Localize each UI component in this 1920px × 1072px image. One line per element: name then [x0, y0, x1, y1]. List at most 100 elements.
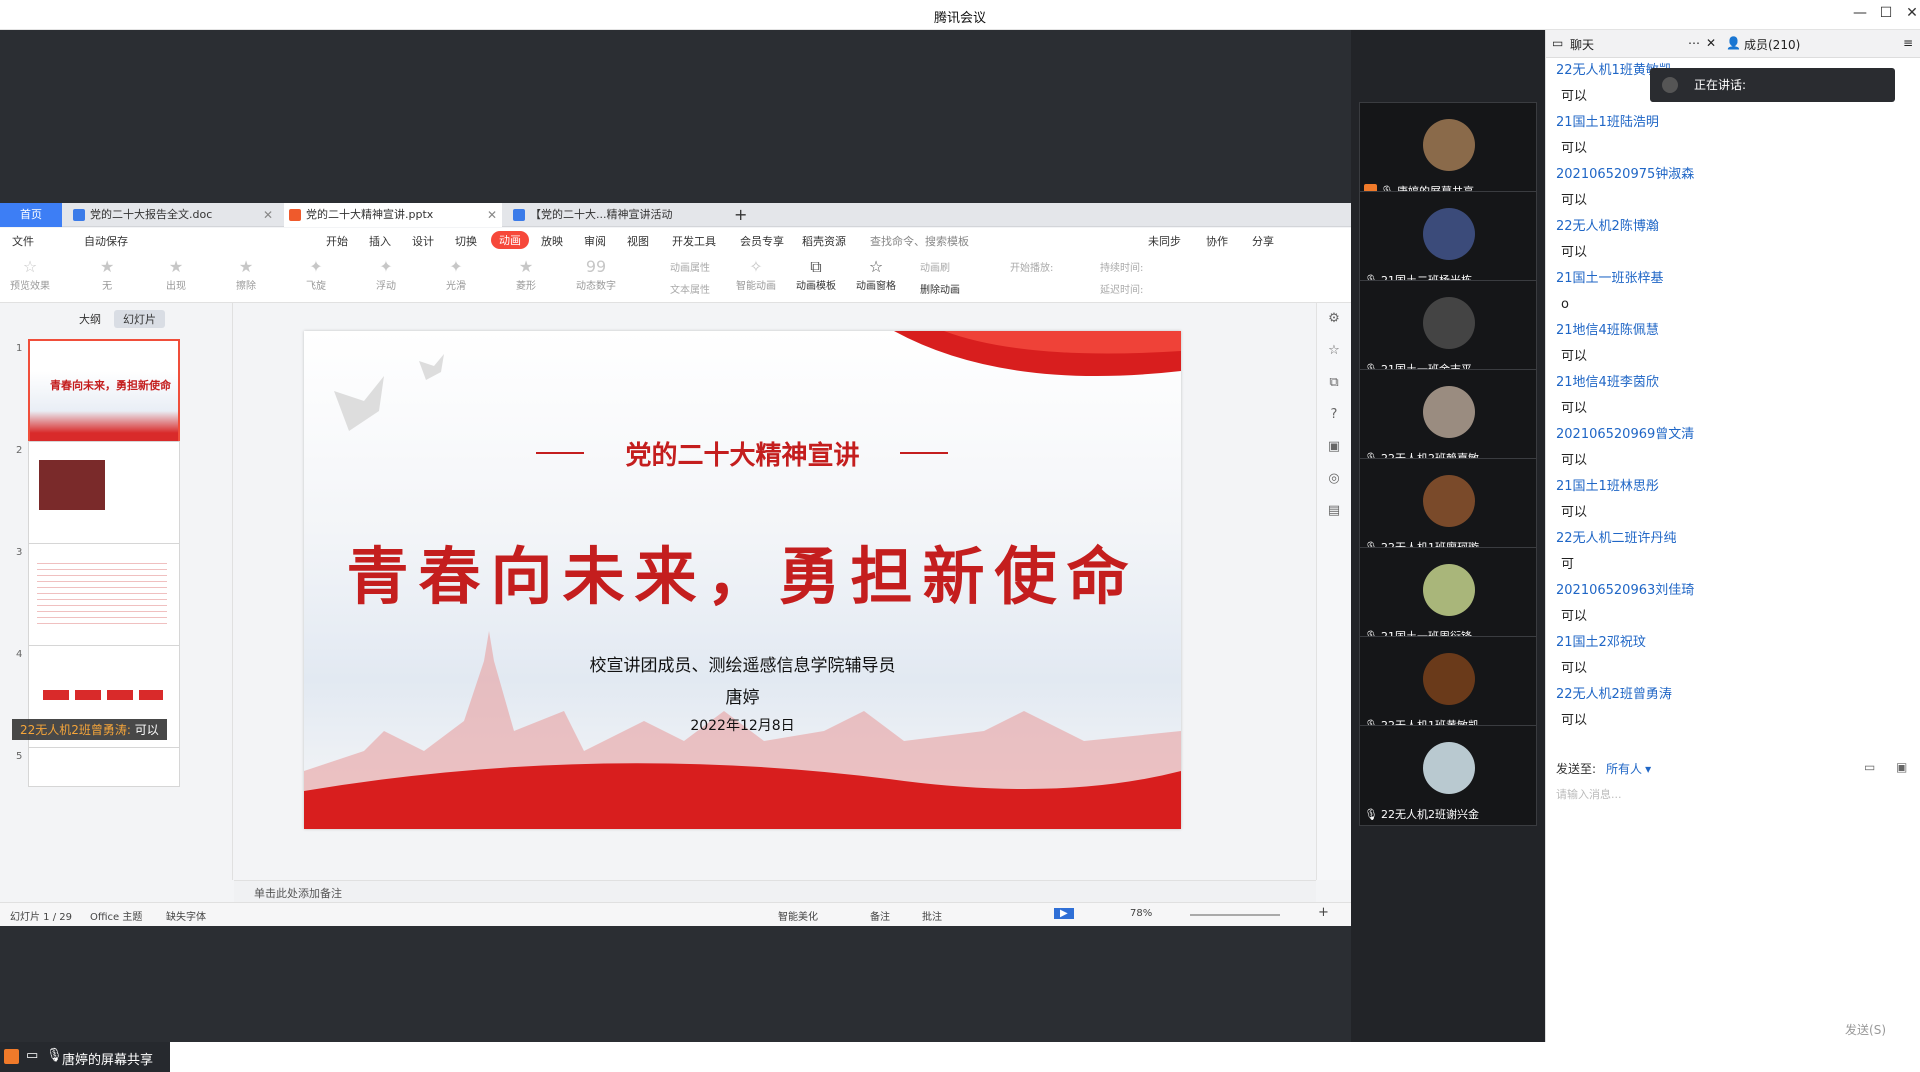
message-input[interactable]: 请输入消息...: [1556, 786, 1622, 802]
menu-play[interactable]: 放映: [541, 233, 563, 249]
effect-smooth[interactable]: ✦ 光滑: [446, 257, 466, 292]
location-icon[interactable]: ◎: [1317, 463, 1351, 495]
menu-file[interactable]: 文件: [12, 233, 34, 249]
pin-icon[interactable]: ☆: [1317, 335, 1351, 367]
effect-label: 光滑: [446, 281, 466, 292]
avatar: [1423, 653, 1475, 705]
more-icon[interactable]: ⋯: [1688, 36, 1700, 50]
star-icon: ✦: [379, 257, 393, 276]
chat-icon: ▭: [1552, 36, 1564, 50]
new-tab-button[interactable]: +: [728, 203, 752, 227]
copy-icon[interactable]: ⧉: [1317, 367, 1351, 399]
comment-toggle[interactable]: 批注: [922, 908, 942, 923]
avatar: [1423, 208, 1475, 260]
chat-text: 可以: [1561, 505, 1588, 520]
effect-float[interactable]: ✦ 浮动: [376, 257, 396, 292]
current-slide[interactable]: 党的二十大精神宣讲 青春向未来，勇担新使命 校宣讲团成员、测绘遥感信息学院辅导员…: [304, 331, 1181, 829]
effect-appear[interactable]: ★ 出现: [166, 257, 186, 292]
menu-view[interactable]: 视图: [627, 233, 649, 249]
close-tab-icon[interactable]: ✕: [263, 203, 273, 227]
maximize-icon[interactable]: ☐: [1874, 5, 1898, 21]
tab-doc2[interactable]: 【党的二十大...精神宣讲活动: [508, 203, 718, 227]
template-icon: ⧉: [810, 257, 822, 276]
zoom-slider[interactable]: [1190, 914, 1280, 916]
tab-chat[interactable]: 聊天: [1570, 36, 1594, 53]
slide-thumbnail[interactable]: [28, 747, 180, 787]
notes-area[interactable]: 单击此处添加备注: [234, 880, 1316, 902]
play-icon[interactable]: ▶: [1054, 908, 1074, 919]
sync-status[interactable]: 未同步: [1148, 233, 1181, 249]
close-icon[interactable]: ✕: [1900, 5, 1920, 21]
tab-doc2-label: 【党的二十大...精神宣讲活动: [530, 208, 673, 221]
effect-spin[interactable]: ✦ 飞旋: [306, 257, 326, 292]
settings-icon[interactable]: ⚙: [1317, 303, 1351, 335]
video-tile[interactable]: 🎙唐婷的屏幕共享: [1359, 102, 1537, 203]
right-tool-strip: ⚙ ☆ ⧉ ? ▣ ◎ ▤: [1316, 303, 1351, 880]
text-props-button[interactable]: 文本属性: [670, 281, 710, 296]
toast-text: 可以: [134, 723, 159, 737]
tab-slides[interactable]: 幻灯片: [114, 310, 165, 328]
help-icon[interactable]: ?: [1317, 399, 1351, 431]
video-tile[interactable]: 🎙 22无人机2班谢兴金: [1359, 725, 1537, 826]
anim-brush-button[interactable]: 动画刷: [920, 259, 950, 274]
menu-animation[interactable]: 动画: [491, 231, 529, 249]
preview-effect-button[interactable]: ☆ 预览效果: [10, 257, 50, 292]
slide-thumbnail[interactable]: [28, 543, 180, 647]
effect-diamond[interactable]: ★ 菱形: [516, 257, 536, 292]
anim-props-button[interactable]: 动画属性: [670, 259, 710, 274]
menu-design[interactable]: 设计: [412, 233, 434, 249]
video-tile[interactable]: 🎙22无人机1班黄敏凯: [1359, 636, 1537, 737]
menu-docer[interactable]: 稻壳资源: [802, 233, 846, 249]
minimize-icon[interactable]: —: [1848, 5, 1872, 21]
tab-members[interactable]: 成员(210): [1744, 36, 1800, 53]
chat-messages[interactable]: 22无人机1班黄敏凯 可以 21国土1班陆浩明 可以 202106520975钟淑森 可以…: [1556, 58, 1901, 748]
share-button[interactable]: 分享: [1252, 233, 1274, 249]
tab-home[interactable]: 首页: [0, 203, 62, 227]
image-icon[interactable]: ▣: [1317, 431, 1351, 463]
thumb-text-lines: [37, 558, 167, 628]
slide-thumbnail[interactable]: 青春向未来，勇担新使命: [28, 339, 180, 443]
menu-switch[interactable]: 切换: [455, 233, 477, 249]
close-chat-icon[interactable]: ✕: [1706, 36, 1716, 50]
dove-right: [419, 354, 444, 380]
delete-anim-button[interactable]: 删除动画: [920, 281, 960, 296]
anim-pane-button[interactable]: ☆ 动画窗格: [856, 257, 896, 292]
video-tile[interactable]: 🎙22无人机1班廖珂璇: [1359, 458, 1537, 559]
chat-text: o: [1561, 297, 1569, 312]
tab-pptx[interactable]: 党的二十大精神宣讲.pptx ✕: [284, 203, 502, 227]
chat-sender: 21国土2邓祝玟: [1556, 635, 1646, 650]
menu-start[interactable]: 开始: [326, 233, 348, 249]
menu-review[interactable]: 审阅: [584, 233, 606, 249]
effect-wipe[interactable]: ★ 擦除: [236, 257, 256, 292]
anim-template-button[interactable]: ⧉ 动画模板: [796, 257, 836, 292]
video-tile[interactable]: 🎙21国土二班杨光栋: [1359, 191, 1537, 292]
effect-dynamic-number[interactable]: 99 动态数字: [576, 257, 616, 292]
smart-beautify-button[interactable]: 智能美化: [778, 908, 818, 923]
missing-font-button[interactable]: 缺失字体: [166, 908, 206, 923]
notes-toggle[interactable]: 备注: [870, 908, 890, 923]
menu-devtools[interactable]: 开发工具: [672, 233, 716, 249]
video-tile[interactable]: 🎙21国土一班余志平: [1359, 280, 1537, 381]
effect-none[interactable]: ★ 无: [100, 257, 114, 292]
collaborate-button[interactable]: 协作: [1206, 233, 1228, 249]
slide-thumbnail[interactable]: [28, 441, 180, 545]
menu-icon[interactable]: ≡: [1903, 36, 1913, 50]
menu-member[interactable]: 会员专享: [740, 233, 784, 249]
video-tile[interactable]: 🎙22无人机2班赖嘉敏: [1359, 369, 1537, 470]
send-target-select[interactable]: 所有人: [1606, 762, 1642, 776]
folder-icon[interactable]: ▭: [1864, 760, 1875, 774]
close-tab-icon[interactable]: ✕: [487, 203, 497, 227]
tab-outline[interactable]: 大纲: [70, 310, 110, 328]
tab-doc[interactable]: 党的二十大报告全文.doc ✕: [68, 203, 278, 227]
send-button[interactable]: 发送(S): [1845, 1021, 1886, 1038]
zoom-level[interactable]: 78%: [1130, 908, 1152, 919]
video-tile[interactable]: 🎙21国土一班周衍锋: [1359, 547, 1537, 648]
smart-anim-button[interactable]: ✧ 智能动画: [736, 257, 776, 292]
zoom-in-icon[interactable]: +: [1318, 905, 1329, 920]
theme-name: Office 主题: [90, 912, 143, 923]
command-search[interactable]: 查找命令、搜索模板: [870, 233, 969, 249]
autosave-toggle[interactable]: 自动保存: [84, 233, 128, 249]
menu-insert[interactable]: 插入: [369, 233, 391, 249]
screenshot-icon[interactable]: ▣: [1896, 760, 1907, 774]
book-icon[interactable]: ▤: [1317, 495, 1351, 527]
